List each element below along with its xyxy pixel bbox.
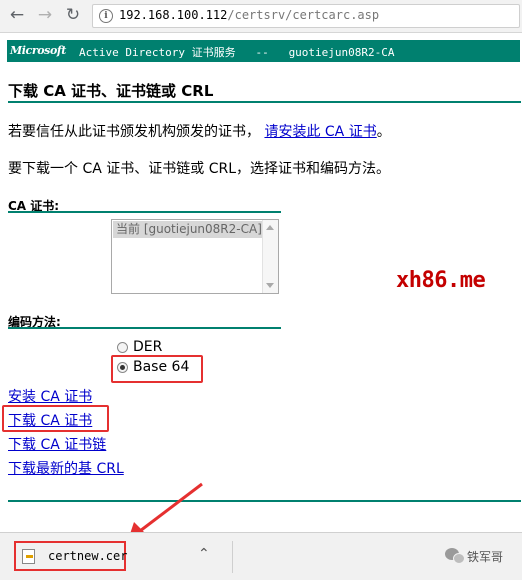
back-arrow-icon[interactable]: ← xyxy=(6,4,28,26)
download-ca-chain-link[interactable]: 下载 CA 证书链 xyxy=(8,434,106,454)
der-label: DER xyxy=(133,339,163,355)
encoding-divider xyxy=(8,327,281,329)
title-divider xyxy=(8,101,521,103)
url-path: /certsrv/certcarc.asp xyxy=(227,8,380,22)
instruction-text: 要下载一个 CA 证书、证书链或 CRL，选择证书和编码方法。 xyxy=(8,161,391,177)
download-latest-crl-link[interactable]: 下载最新的基 CRL xyxy=(8,458,124,478)
base64-radio[interactable] xyxy=(117,362,128,373)
service-banner: Microsoft Active Directory 证书服务 -- guoti… xyxy=(7,40,520,62)
file-icon xyxy=(22,549,35,564)
browser-toolbar: ← → ↻ i 192.168.100.112/certsrv/certcarc… xyxy=(0,0,522,33)
download-filename: certnew.cer xyxy=(48,549,128,563)
ca-cert-option-current[interactable]: 当前 [guotiejun08R2-CA] xyxy=(113,221,263,238)
scroll-down-icon[interactable] xyxy=(266,283,274,288)
url-text[interactable]: 192.168.100.112/certsrv/certcarc.asp xyxy=(119,8,379,22)
account-watermark: 铁军哥 xyxy=(467,550,504,564)
trust-text: 若要信任从此证书颁发机构颁发的证书， xyxy=(8,124,260,140)
download-bar: certnew.cer ⌃ 铁军哥 xyxy=(0,532,522,580)
download-item[interactable]: certnew.cer xyxy=(14,541,128,571)
forward-arrow-icon[interactable]: → xyxy=(34,4,56,26)
trust-end: 。 xyxy=(376,124,391,140)
ca-cert-listbox[interactable]: 当前 [guotiejun08R2-CA] xyxy=(111,219,279,294)
wechat-icon xyxy=(445,548,465,564)
watermark-text: xh86.me xyxy=(396,268,486,293)
address-bar[interactable]: i 192.168.100.112/certsrv/certcarc.asp xyxy=(92,4,520,28)
bottom-divider xyxy=(8,500,521,502)
install-ca-cert-inline-link[interactable]: 请安装此 CA 证书 xyxy=(264,124,376,140)
site-info-icon[interactable]: i xyxy=(99,9,113,23)
chevron-up-icon[interactable]: ⌃ xyxy=(198,546,210,562)
page-title: 下载 CA 证书、证书链或 CRL xyxy=(8,82,214,100)
scroll-up-icon[interactable] xyxy=(266,225,274,230)
microsoft-logo: Microsoft xyxy=(10,44,66,57)
install-ca-cert-link[interactable]: 安装 CA 证书 xyxy=(8,386,92,406)
download-separator xyxy=(232,541,233,573)
der-radio[interactable] xyxy=(117,342,128,353)
banner-text: Active Directory 证书服务 -- guotiejun08R2-C… xyxy=(79,46,395,59)
url-host: 192.168.100.112 xyxy=(119,8,228,22)
trust-paragraph: 若要信任从此证书颁发机构颁发的证书， 请安装此 CA 证书。 xyxy=(8,121,391,141)
download-ca-highlight-box xyxy=(2,405,109,432)
listbox-scrollbar[interactable] xyxy=(262,220,278,293)
reload-icon[interactable]: ↻ xyxy=(62,4,84,26)
base64-label: Base 64 xyxy=(133,359,190,375)
ca-cert-divider xyxy=(8,211,281,213)
